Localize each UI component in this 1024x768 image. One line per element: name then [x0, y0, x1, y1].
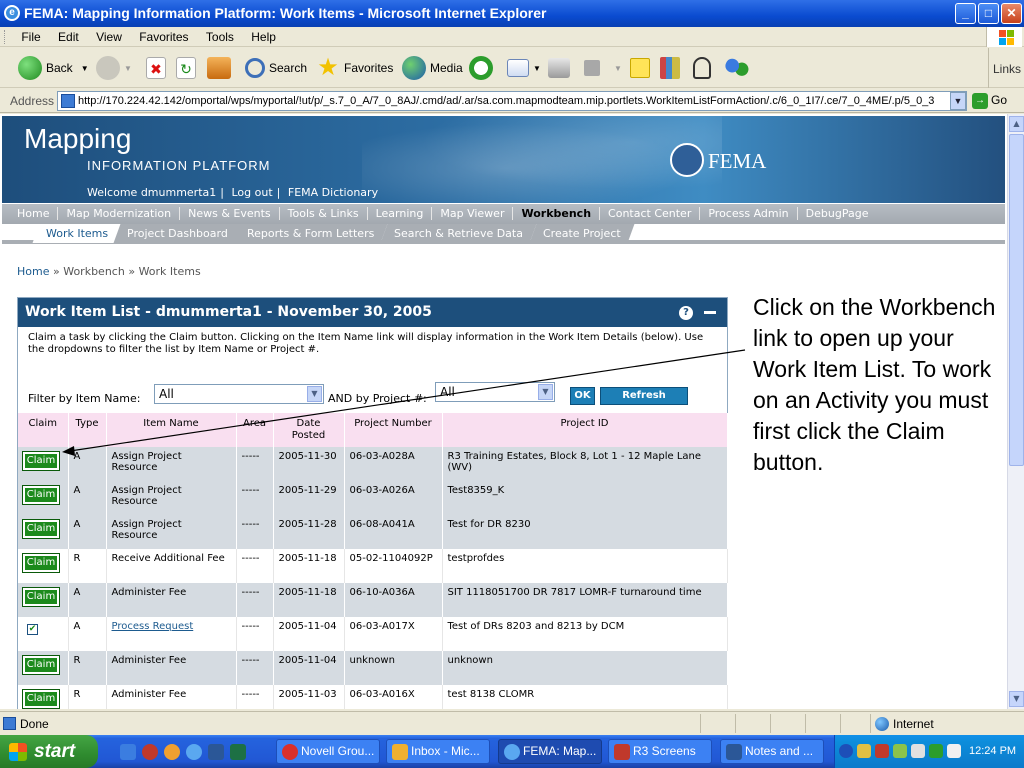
outlook-icon — [392, 744, 408, 760]
search-icon — [245, 58, 265, 78]
ie-task-icon — [504, 744, 520, 760]
ie-icon: e — [4, 5, 20, 21]
forward-button[interactable]: ▼ — [96, 54, 132, 82]
powerpoint-icon — [614, 744, 630, 760]
globe-icon — [875, 717, 889, 731]
history-icon — [469, 56, 493, 80]
page-viewport: Mapping INFORMATION PLATFORM Welcome dmu… — [0, 114, 1007, 709]
tray-antivirus-icon[interactable] — [875, 744, 889, 758]
task-notes[interactable]: Notes and ... — [720, 739, 824, 764]
go-arrow-icon: → — [972, 93, 988, 109]
note-icon — [630, 58, 650, 78]
page-icon — [61, 94, 75, 108]
ie-window: e FEMA: Mapping Information Platform: Wo… — [0, 0, 1024, 768]
printer-icon — [548, 58, 570, 78]
media-button[interactable]: Media — [402, 54, 463, 82]
mail-icon — [507, 59, 529, 77]
close-button[interactable]: ✕ — [1001, 3, 1022, 24]
windows-logo-icon — [9, 743, 27, 761]
media-player-icon[interactable] — [142, 744, 158, 760]
go-button[interactable]: → Go — [972, 93, 1007, 109]
show-desktop-icon[interactable] — [120, 744, 136, 760]
address-dropdown-icon[interactable]: ▼ — [950, 92, 966, 110]
task-inbox[interactable]: Inbox - Mic... — [386, 739, 490, 764]
ie-quicklaunch-icon[interactable] — [186, 744, 202, 760]
history-button[interactable] — [469, 54, 497, 82]
windows-flag-icon — [986, 27, 1022, 47]
messenger-button[interactable] — [693, 54, 715, 82]
books-icon — [660, 57, 680, 79]
favorites-button[interactable]: ★ Favorites — [316, 54, 393, 82]
menu-favorites[interactable]: Favorites — [132, 27, 195, 44]
discuss-button[interactable] — [630, 54, 654, 82]
menu-view[interactable]: View — [89, 27, 129, 44]
tray-network-icon[interactable] — [893, 744, 907, 758]
task-novell[interactable]: Novell Grou... — [276, 739, 380, 764]
address-input[interactable]: http://170.224.42.142/omportal/wps/mypor… — [57, 91, 967, 111]
edit-icon — [584, 60, 600, 76]
scroll-down-icon[interactable]: ▼ — [1009, 691, 1024, 707]
novell-icon — [282, 744, 298, 760]
task-r3-screens[interactable]: R3 Screens — [608, 739, 712, 764]
search-button[interactable]: Search — [245, 54, 307, 82]
window-title: FEMA: Mapping Information Platform: Work… — [24, 5, 547, 21]
refresh-button[interactable]: ↻ — [176, 54, 200, 82]
home-button[interactable] — [207, 54, 235, 82]
excel-icon[interactable] — [230, 744, 246, 760]
home-icon — [207, 57, 231, 79]
clock-icon[interactable] — [164, 744, 180, 760]
tray-signal-icon[interactable] — [947, 744, 961, 758]
system-tray: 12:24 PM — [834, 735, 1024, 768]
scroll-thumb[interactable] — [1009, 134, 1024, 466]
scroll-up-icon[interactable]: ▲ — [1009, 116, 1024, 132]
taskbar: start Novell Grou... Inbox - Mic... FEMA… — [0, 735, 1024, 768]
print-button[interactable] — [548, 54, 574, 82]
menu-file[interactable]: File — [14, 27, 47, 44]
page-done-icon — [3, 717, 16, 730]
maximize-button[interactable]: □ — [978, 3, 999, 24]
word-icon[interactable] — [208, 744, 224, 760]
clock: 12:24 PM — [969, 745, 1017, 757]
task-fema[interactable]: FEMA: Map... — [498, 739, 602, 764]
standard-toolbar: Back ▼ ▼ ✖ ↻ Search ★ Favorites Media ▼ ▼ — [0, 48, 1024, 88]
mail-button[interactable]: ▼ — [507, 54, 541, 82]
tray-chevron-icon[interactable] — [839, 744, 853, 758]
start-button[interactable]: start — [0, 735, 98, 768]
tray-vpn-icon[interactable] — [929, 744, 943, 758]
callout-arrow — [62, 349, 746, 456]
word-task-icon — [726, 744, 742, 760]
security-zone: Internet — [870, 714, 1022, 733]
contacts-button[interactable] — [725, 54, 753, 82]
edit-button[interactable]: ▼ — [584, 54, 622, 82]
status-bar: Done Internet — [0, 711, 1024, 734]
vertical-scrollbar[interactable]: ▲ ▼ — [1007, 114, 1024, 709]
links-bar[interactable]: Links — [988, 48, 1024, 88]
tray-security-icon[interactable] — [857, 744, 871, 758]
forward-arrow-icon — [96, 56, 120, 80]
back-arrow-icon — [18, 56, 42, 80]
stop-button[interactable]: ✖ — [146, 54, 170, 82]
person-icon — [693, 57, 711, 79]
menu-bar: File Edit View Favorites Tools Help — [0, 27, 1024, 47]
people-icon — [725, 56, 749, 80]
menu-edit[interactable]: Edit — [51, 27, 86, 44]
media-globe-icon — [402, 56, 426, 80]
stop-icon: ✖ — [146, 57, 166, 79]
minimize-button[interactable]: _ — [955, 3, 976, 24]
tray-monitor-icon[interactable] — [911, 744, 925, 758]
status-text: Done — [20, 717, 49, 731]
research-button[interactable] — [660, 54, 684, 82]
refresh-icon: ↻ — [176, 57, 196, 79]
menu-grip — [4, 30, 7, 44]
back-button[interactable]: Back ▼ — [18, 54, 89, 82]
address-label: Address — [10, 94, 55, 108]
address-bar: Address http://170.224.42.142/omportal/w… — [0, 89, 1024, 113]
star-icon: ★ — [317, 54, 339, 81]
menu-help[interactable]: Help — [244, 27, 283, 44]
title-bar[interactable]: e FEMA: Mapping Information Platform: Wo… — [0, 0, 1024, 27]
menu-tools[interactable]: Tools — [199, 27, 241, 44]
